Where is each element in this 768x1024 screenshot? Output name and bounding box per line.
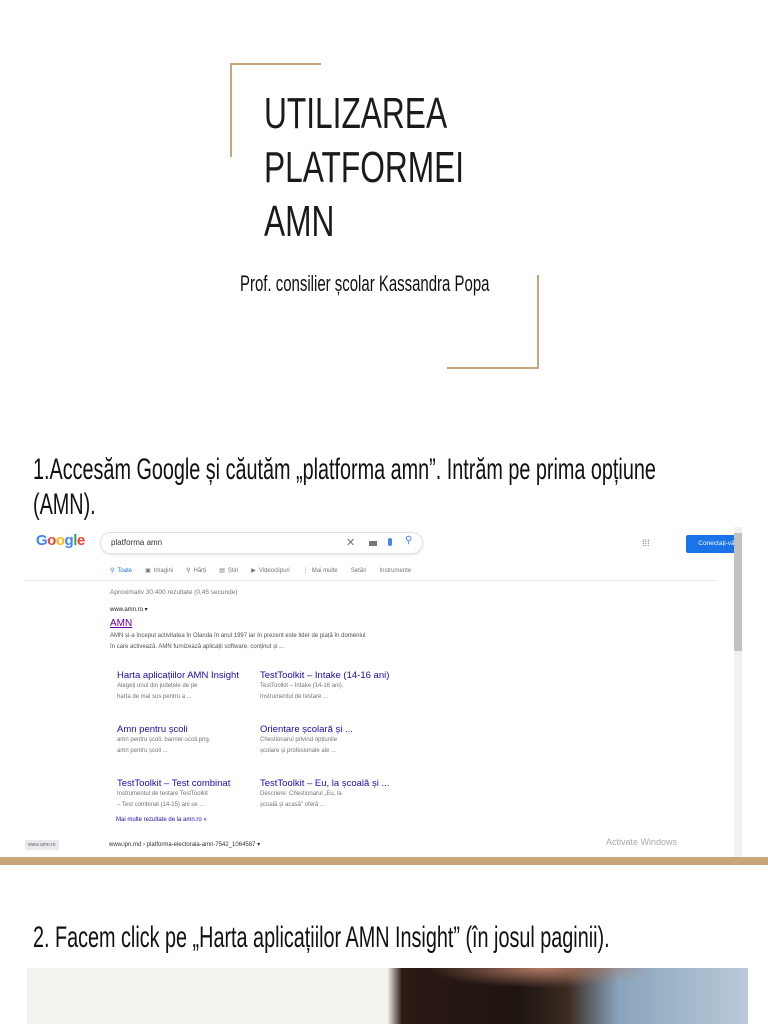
tab-harti[interactable]: ⚲ Hărți xyxy=(186,567,206,575)
gold-band xyxy=(0,857,768,865)
search-box[interactable]: platforma amn ✕ ⚲ xyxy=(100,532,423,554)
news-icon: ▤ xyxy=(219,568,225,574)
sitelink: Amn pentru școli amn pentru școli. banne… xyxy=(117,724,210,757)
sitelink-desc: amn pentru școli. banner-scoli.png. xyxy=(117,737,211,743)
step2-text: 2. Facem click pe „Harta aplicațiilor AM… xyxy=(33,921,610,954)
sitelink-desc: – Test combinat (14-15) ani se ... xyxy=(117,802,205,808)
sitelink: Harta aplicațiilor AMN Insight Alegeți u… xyxy=(117,670,239,703)
tab-setari[interactable]: Setări xyxy=(351,567,367,574)
sitelink-desc: școală și acasă” oferă ... xyxy=(260,802,326,808)
more-results-link[interactable]: Mai multe rezultate de la amn.ro » xyxy=(116,817,207,823)
step1-text-line2: (AMN). xyxy=(33,488,96,521)
sitelink-title[interactable]: TestToolkit – Intake (14-16 ani) xyxy=(260,670,389,681)
title-line-3: AMN xyxy=(264,197,335,246)
apps-grid-icon[interactable]: ⁞⁞⁞ xyxy=(642,538,650,548)
tab-toate[interactable]: ⚲ Toate xyxy=(110,567,132,575)
sitelink-desc: TestToolkit – Intake (14-16 ani). xyxy=(260,683,344,689)
sitelink-desc: amn pentru școli ... xyxy=(117,748,168,754)
search-small-icon: ⚲ xyxy=(110,568,115,574)
step1-text-line1: 1.Accesăm Google și căutăm „platforma am… xyxy=(33,453,656,486)
result-snippet-2: în care activează. AMN furnizează aplica… xyxy=(110,644,285,650)
result-title-amn[interactable]: AMN xyxy=(110,618,132,629)
result-snippet-1: AMN și-a început activitatea în Olanda î… xyxy=(110,633,366,639)
frame-left-line xyxy=(230,63,232,157)
hands-shape xyxy=(427,968,657,988)
mic-icon[interactable] xyxy=(388,538,392,546)
activate-windows-watermark: Activate Windows xyxy=(606,837,678,847)
sitelink-desc: Instrumentul de testare ... xyxy=(260,694,329,700)
google-logo: Google xyxy=(36,532,85,549)
tab-imagini[interactable]: ▣ Imagini xyxy=(145,567,173,575)
frame-bottom-line xyxy=(447,367,539,369)
video-icon: ▶ xyxy=(251,568,256,574)
tab-stiri[interactable]: ▤ Știri xyxy=(219,567,238,575)
tab-instrumente[interactable]: Instrumente xyxy=(379,567,411,574)
search-icon[interactable]: ⚲ xyxy=(405,535,412,546)
sitelink-desc: Alegeți unul din județele de pe xyxy=(117,683,198,689)
scrollbar[interactable] xyxy=(734,527,742,857)
scrollbar-thumb[interactable] xyxy=(734,533,742,651)
title-line-2: PLATFORMEI xyxy=(264,143,465,192)
sitelink: TestToolkit – Test combinat Instrumentul… xyxy=(117,778,230,811)
tab-video[interactable]: ▶ Videoclipuri xyxy=(251,567,290,575)
sitelink-title[interactable]: TestToolkit – Eu, la școală și ... xyxy=(260,778,389,789)
sitelink-title[interactable]: Harta aplicațiilor AMN Insight xyxy=(117,670,239,681)
google-screenshot: Google platforma amn ✕ ⚲ ⁞⁞⁞ Conectați-v… xyxy=(25,527,742,857)
pin-icon: ⚲ xyxy=(186,568,191,574)
sitelink-desc: harta de mai sus pentru a ... xyxy=(117,694,192,700)
result-stats: Aproximativ 30.400 rezultate (0,45 secun… xyxy=(110,589,238,596)
clear-icon[interactable]: ✕ xyxy=(346,536,355,549)
result-url[interactable]: www.amn.ro ▾ xyxy=(110,605,148,616)
sitelink-desc: Chestionarul privind opțiunile xyxy=(260,737,338,743)
sitelink: TestToolkit – Eu, la școală și ... Descr… xyxy=(260,778,389,811)
status-url: www.amn.ro xyxy=(25,840,59,850)
search-tabs: ⚲ Toate ▣ Imagini ⚲ Hărți ▤ Știri ▶ Videoclip… xyxy=(110,567,411,575)
title-line-1: UTILIZAREA xyxy=(264,89,448,138)
sitelink: TestToolkit – Intake (14-16 ani) TestToo… xyxy=(260,670,389,703)
sitelink-title[interactable]: TestToolkit – Test combinat xyxy=(117,778,230,789)
next-result-url[interactable]: www.ipn.md › platforma-electorala-amn-75… xyxy=(109,840,260,851)
image-icon: ▣ xyxy=(145,568,151,574)
sitelink-desc: școlare și profesionale ale ... xyxy=(260,748,337,754)
more-icon: ⋮ xyxy=(302,568,309,574)
search-input[interactable]: platforma amn xyxy=(111,538,162,547)
sitelink: Orientare școlară și ... Chestionarul pr… xyxy=(260,724,353,757)
sitelink-title[interactable]: Orientare școlară și ... xyxy=(260,724,353,735)
keyboard-icon[interactable] xyxy=(369,541,377,546)
sitelink-desc: Descriere: Chestionarul „Eu, la xyxy=(260,791,342,797)
tabs-divider xyxy=(25,580,717,581)
frame-top-line xyxy=(230,63,321,65)
author: Prof. consilier școlar Kassandra Popa xyxy=(240,271,490,296)
sitelink-desc: Instrumentul de testare TestToolkit xyxy=(117,791,208,797)
tab-more[interactable]: ⋮ Mai multe xyxy=(302,567,338,575)
sitelink-title[interactable]: Amn pentru școli xyxy=(117,724,210,735)
hands-photo xyxy=(27,968,748,1024)
